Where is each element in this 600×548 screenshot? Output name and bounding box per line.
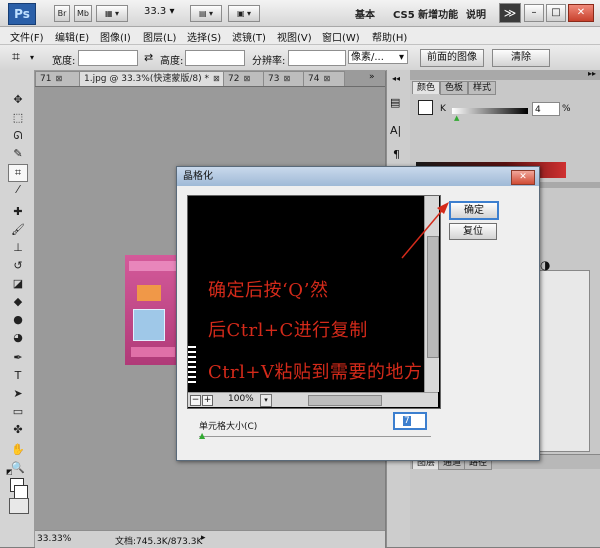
annotation-arrow: [401, 202, 449, 259]
